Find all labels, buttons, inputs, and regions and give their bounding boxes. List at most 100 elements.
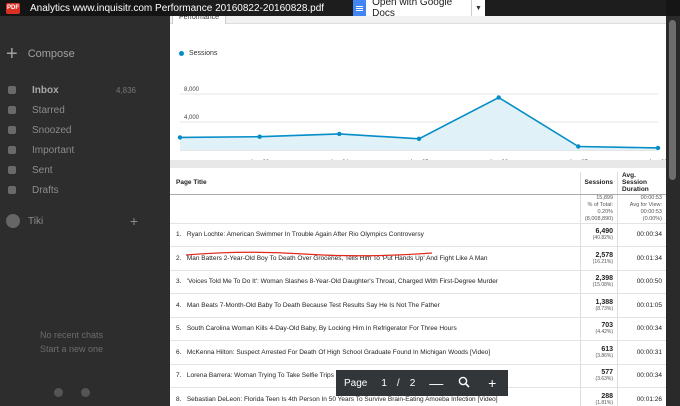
unread-count: 4,836 [115, 85, 136, 95]
person-icon[interactable] [54, 388, 63, 397]
open-with-google-docs-button[interactable]: Open with Google Docs [353, 0, 471, 19]
sessions-cell: 1,388 (8.73%) [579, 293, 618, 318]
sidebar-item-drafts[interactable]: Drafts [0, 180, 170, 200]
folder-icon [8, 126, 16, 134]
table-row[interactable]: 1. Ryan Lochte: American Swimmer In Trou… [170, 223, 666, 247]
table-row[interactable]: 5. South Carolina Woman Kills 4-Day-Old … [170, 317, 666, 341]
duration-cell: 00:00:50 [617, 270, 666, 294]
duration-cell: 00:00:34 [617, 364, 666, 388]
document-title: Analytics www.inquisitr.com Performance … [30, 2, 325, 14]
compose-button[interactable]: + Compose [6, 44, 75, 64]
start-new-chat-link[interactable]: Start a new one [40, 342, 103, 356]
compose-label: Compose [27, 48, 75, 60]
add-chat-icon[interactable]: + [130, 213, 138, 229]
page-navigation-bar: Page 1 / 2 — + [336, 370, 508, 396]
data-point [416, 136, 422, 141]
table-row[interactable]: 3. 'Voices Told Me To Do It': Woman Slas… [170, 270, 666, 294]
sidebar-item-important[interactable]: Important [0, 140, 170, 160]
duration-cell: 00:01:34 [617, 246, 666, 271]
chart-legend: Sessions [179, 50, 217, 57]
duration-cell: 00:00:34 [617, 317, 666, 341]
zoom-in-icon[interactable]: + [485, 375, 499, 391]
table-row[interactable]: 6. McKenna Hilton: Suspect Arrested For … [170, 340, 666, 365]
duration-cell: 00:00:31 [617, 340, 666, 365]
gmail-background: + Compose Inbox 4,836 Starred Snoozed Import… [0, 0, 170, 406]
data-point [576, 144, 581, 149]
pdf-file-icon: PDF [6, 2, 20, 14]
google-docs-icon [353, 0, 367, 16]
page-title-cell[interactable]: 5. South Carolina Woman Kills 4-Day-Old … [170, 317, 580, 341]
col-duration[interactable]: Avg. Session Duration [617, 172, 666, 195]
current-page-input[interactable]: 1 [381, 378, 387, 389]
open-with-dropdown[interactable]: ▼ [471, 0, 485, 16]
no-chats-text: No recent chats Start a new one [40, 328, 103, 356]
chevron-down-icon: ▼ [475, 4, 482, 12]
hangouts-icon[interactable] [81, 388, 90, 397]
folder-icon [8, 106, 16, 114]
duration-cell: 00:01:05 [617, 293, 666, 318]
no-recent-chats: No recent chats [40, 330, 104, 340]
chat-user[interactable]: Tiki + [6, 213, 166, 229]
sessions-cell: 613 (3.86%) [579, 340, 618, 365]
page-title-cell[interactable]: 4. Man Beats 7-Month-Old Baby To Death B… [170, 293, 580, 318]
plus-icon: + [6, 43, 18, 65]
zoom-out-icon[interactable]: — [429, 375, 443, 391]
folder-icon [8, 146, 16, 154]
sidebar-item-inbox[interactable]: Inbox 4,836 [0, 80, 170, 100]
red-annotation-underline [185, 251, 433, 257]
y-tick-label: 4,000 [184, 115, 200, 121]
sessions-chart: 8,0004,000Aug 23Aug 24Aug 25Aug 26Aug 27… [170, 24, 666, 168]
data-point [177, 135, 183, 140]
duration-cell: 00:00:34 [617, 223, 666, 247]
page-separator [170, 160, 666, 168]
sessions-cell: 2,578 (16.21%) [579, 246, 618, 271]
sidebar-item-starred[interactable]: Starred [0, 100, 170, 120]
duration-cell: 00:01:26 [617, 387, 666, 406]
y-tick-label: 8,000 [184, 87, 200, 93]
folder-icon [8, 186, 16, 194]
open-with-label: Open with Google Docs [372, 0, 453, 19]
table-row[interactable]: 4. Man Beats 7-Month-Old Baby To Death B… [170, 293, 666, 318]
pdf-page: Performance 8,0004,000Aug 23Aug 24Aug 25… [170, 0, 666, 406]
legend-label: Sessions [189, 50, 218, 57]
page-title-cell[interactable]: 1. Ryan Lochte: American Swimmer In Trou… [170, 223, 580, 247]
summary-sessions: 15,899 % of Total: 0.20% (8,008,890) [579, 194, 618, 224]
gmail-bottom-icons [54, 388, 90, 397]
folder-icon [8, 86, 16, 94]
summary-row: 15,899 % of Total: 0.20% (8,008,890) 00:… [170, 194, 666, 224]
sidebar-item-label: Sent [32, 164, 53, 176]
data-point [655, 145, 661, 151]
sidebar-item-label: Snoozed [32, 124, 72, 136]
zoom-icon[interactable] [457, 375, 471, 391]
chat-user-name: Tiki [28, 215, 44, 227]
page-title-cell[interactable]: 6. McKenna Hilton: Suspect Arrested For … [170, 340, 580, 365]
page-label: Page [344, 377, 368, 389]
sidebar-item-label: Inbox [32, 84, 59, 96]
page-title-cell[interactable]: 3. 'Voices Told Me To Do It': Woman Slas… [170, 270, 580, 294]
sessions-cell: 2,398 (15.08%) [579, 270, 618, 294]
table-header-row: Page Title Sessions Avg. Session Duratio… [170, 172, 666, 195]
sidebar-item-label: Starred [32, 104, 65, 116]
folder-icon [8, 166, 16, 174]
avatar [6, 214, 20, 228]
data-point [337, 131, 342, 137]
data-point [496, 95, 501, 100]
col-page-title[interactable]: Page Title [170, 172, 580, 195]
sidebar-item-label: Drafts [32, 184, 59, 196]
sidebar-item-label: Important [32, 144, 75, 156]
gmail-nav: Inbox 4,836 Starred Snoozed Important Sent Dra… [0, 80, 170, 200]
series-area-fill [180, 97, 658, 150]
total-pages: 2 [409, 377, 416, 389]
sessions-cell: 6,490 (40.82%) [579, 223, 618, 247]
page-slash: / [396, 377, 400, 389]
scrollbar-thumb[interactable] [669, 20, 676, 180]
legend-dot-icon [179, 51, 184, 56]
col-sessions[interactable]: Sessions [579, 172, 618, 195]
sidebar-item-sent[interactable]: Sent [0, 160, 170, 180]
sessions-cell: 703 (4.42%) [579, 317, 618, 341]
sessions-cell: 577 (3.63%) [579, 364, 618, 388]
summary-duration: 00:00:53 Avg for View: 00:00:53 (0.00%) [617, 194, 666, 224]
sessions-cell: 288 (1.81%) [579, 387, 618, 406]
pdf-viewer-toolbar: PDF Analytics www.inquisitr.com Performa… [0, 0, 680, 16]
sidebar-item-snoozed[interactable]: Snoozed [0, 120, 170, 140]
